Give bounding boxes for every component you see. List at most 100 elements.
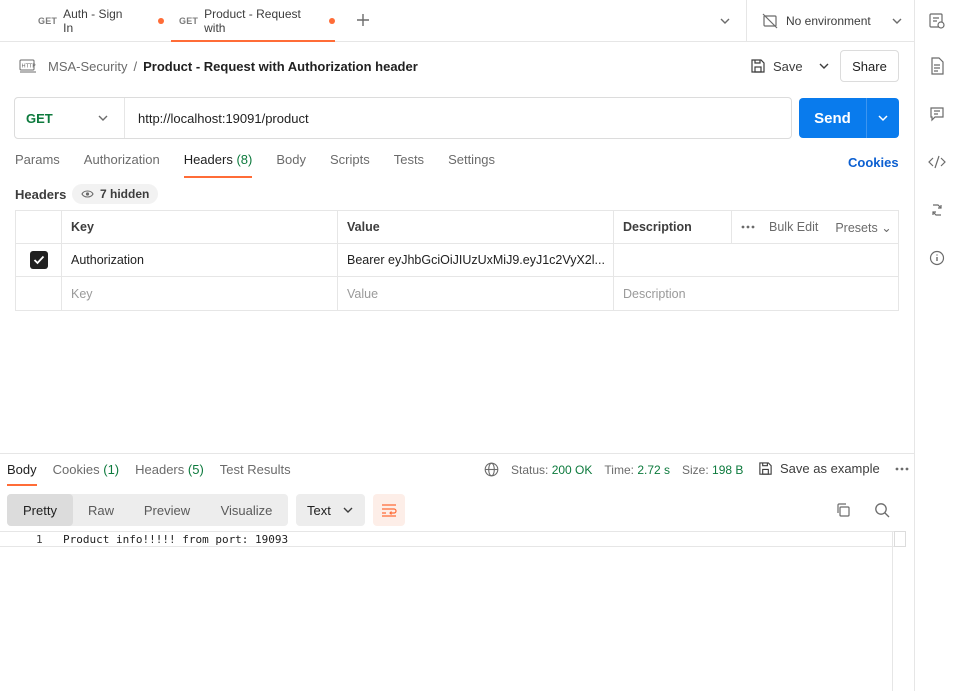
tab-method: GET <box>179 15 199 26</box>
method-selector[interactable]: GET <box>15 98 125 138</box>
info-icon[interactable] <box>927 248 947 268</box>
tab-headers[interactable]: Headers (8) <box>183 152 253 178</box>
globe-icon[interactable] <box>484 462 499 477</box>
header-description-cell[interactable] <box>614 244 898 276</box>
status-label: Status: <box>511 462 549 477</box>
new-tab-plus-icon[interactable] <box>355 12 371 28</box>
response-meta: Status: 200 OK Time: 2.72 s Size: 198 B <box>484 462 743 477</box>
tab-count: (1) <box>103 462 120 477</box>
save-as-example-label: Save as example <box>780 461 880 476</box>
save-as-example-button[interactable]: Save as example <box>758 461 909 476</box>
new-value-input[interactable]: Value <box>338 277 614 310</box>
bulk-edit-button[interactable]: Bulk Edit <box>769 220 818 234</box>
size-value[interactable]: 198 B <box>712 463 743 477</box>
status-value[interactable]: 200 OK <box>552 463 593 477</box>
hidden-headers-toggle[interactable]: 7 hidden <box>72 184 159 204</box>
format-dropdown[interactable]: Text <box>296 494 365 526</box>
tab-label: Scripts <box>329 152 370 167</box>
view-visualize[interactable]: Visualize <box>205 494 288 526</box>
url-bar: GET http://localhost:19091/product <box>14 97 792 139</box>
header-key-cell[interactable]: Authorization <box>62 244 338 276</box>
response-divider[interactable] <box>0 453 914 454</box>
comments-icon[interactable] <box>927 104 947 124</box>
tab-label: Settings <box>448 152 496 167</box>
save-icon <box>758 461 773 476</box>
presets-dropdown[interactable]: Presets ⌄ <box>835 220 891 235</box>
tab-label: Params <box>15 152 60 167</box>
more-options-icon[interactable] <box>741 225 755 229</box>
environment-label: No environment <box>786 14 871 28</box>
send-options-chevron-icon[interactable] <box>867 111 899 125</box>
tab-label: Tests <box>393 152 425 167</box>
tab-method: GET <box>38 15 58 26</box>
share-button[interactable]: Share <box>840 50 899 82</box>
editor-scrollbar[interactable] <box>894 531 906 547</box>
chevron-down-icon: ⌄ <box>881 220 892 235</box>
tab-count: (8) <box>236 152 253 167</box>
chevron-down-icon <box>96 111 110 125</box>
related-collections-icon[interactable] <box>927 200 947 220</box>
chevron-down-icon <box>890 14 904 28</box>
cookies-link[interactable]: Cookies <box>848 155 899 170</box>
time-value[interactable]: 2.72 s <box>637 463 670 477</box>
new-description-input[interactable]: Description <box>614 277 898 310</box>
tab-body[interactable]: Body <box>276 152 306 178</box>
header-value-cell[interactable]: Bearer eyJhbGciOiJIUzUxMiJ9.eyJ1c2VyX2l.… <box>338 244 614 276</box>
select-column-header <box>16 211 62 243</box>
response-tab-cookies[interactable]: Cookies (1) <box>53 462 119 486</box>
view-preview[interactable]: Preview <box>129 494 205 526</box>
copy-icon[interactable] <box>835 502 851 521</box>
svg-text:HTTP: HTTP <box>22 64 37 70</box>
url-input[interactable]: http://localhost:19091/product <box>125 111 309 126</box>
wrap-lines-button[interactable] <box>373 494 405 526</box>
response-tab-body[interactable]: Body <box>7 462 37 486</box>
request-name[interactable]: Product - Request with Authorization hea… <box>143 59 418 74</box>
send-button[interactable]: Send <box>799 98 899 138</box>
breadcrumb-collection[interactable]: MSA-Security <box>48 59 127 74</box>
eye-icon <box>81 189 94 199</box>
tabs-dropdown-chevron-icon[interactable] <box>718 14 732 28</box>
table-actions: Bulk Edit Presets ⌄ <box>732 211 898 243</box>
new-key-input[interactable]: Key <box>62 277 338 310</box>
size-label: Size: <box>682 462 709 477</box>
breadcrumb: HTTP MSA-Security / Product - Request wi… <box>18 56 418 76</box>
checkmark-icon <box>29 251 48 269</box>
column-header-key: Key <box>62 211 338 243</box>
table-header-row: Key Value Description Bulk Edit Presets … <box>16 211 898 244</box>
tab-label: Authorization <box>83 152 160 167</box>
code-icon[interactable] <box>927 152 947 172</box>
view-raw[interactable]: Raw <box>73 494 129 526</box>
tab-tests[interactable]: Tests <box>394 152 424 178</box>
response-tab-test-results[interactable]: Test Results <box>220 462 291 486</box>
response-body-editor[interactable]: 1 Product info!!!!! from port: 19093 <box>0 531 906 691</box>
more-options-icon[interactable] <box>895 467 909 471</box>
code-text[interactable]: Product info!!!!! from port: 19093 <box>63 533 288 546</box>
environment-selector[interactable]: No environment <box>746 0 914 42</box>
tab-scripts[interactable]: Scripts <box>330 152 370 178</box>
send-label: Send <box>814 109 851 127</box>
row-enabled-checkbox[interactable] <box>16 244 62 276</box>
hidden-count: 7 hidden <box>100 187 150 201</box>
save-button[interactable]: Save <box>750 56 831 76</box>
no-environment-icon <box>762 13 778 29</box>
http-request-icon: HTTP <box>18 58 38 74</box>
tab-auth-sign-in[interactable]: GET Auth - Sign In <box>38 0 164 41</box>
tab-authorization[interactable]: Authorization <box>84 152 160 178</box>
environment-quick-look-icon[interactable] <box>927 11 947 31</box>
view-pretty[interactable]: Pretty <box>7 494 73 526</box>
search-icon[interactable] <box>874 502 890 521</box>
code-line: 1 Product info!!!!! from port: 19093 <box>0 531 906 547</box>
tab-params[interactable]: Params <box>15 152 60 178</box>
tab-count: (5) <box>187 462 204 477</box>
unsaved-dot <box>329 17 335 24</box>
unsaved-dot <box>158 17 164 24</box>
response-tab-headers[interactable]: Headers (5) <box>135 462 204 486</box>
tab-label: Body <box>276 152 306 167</box>
method-label: GET <box>26 110 53 126</box>
save-options-chevron-icon[interactable] <box>817 59 831 73</box>
tab-label: Cookies <box>52 462 100 477</box>
time-label: Time: <box>604 462 634 477</box>
documentation-icon[interactable] <box>927 56 947 76</box>
tab-product-request[interactable]: GET Product - Request with <box>171 0 335 42</box>
tab-settings[interactable]: Settings <box>448 152 495 178</box>
